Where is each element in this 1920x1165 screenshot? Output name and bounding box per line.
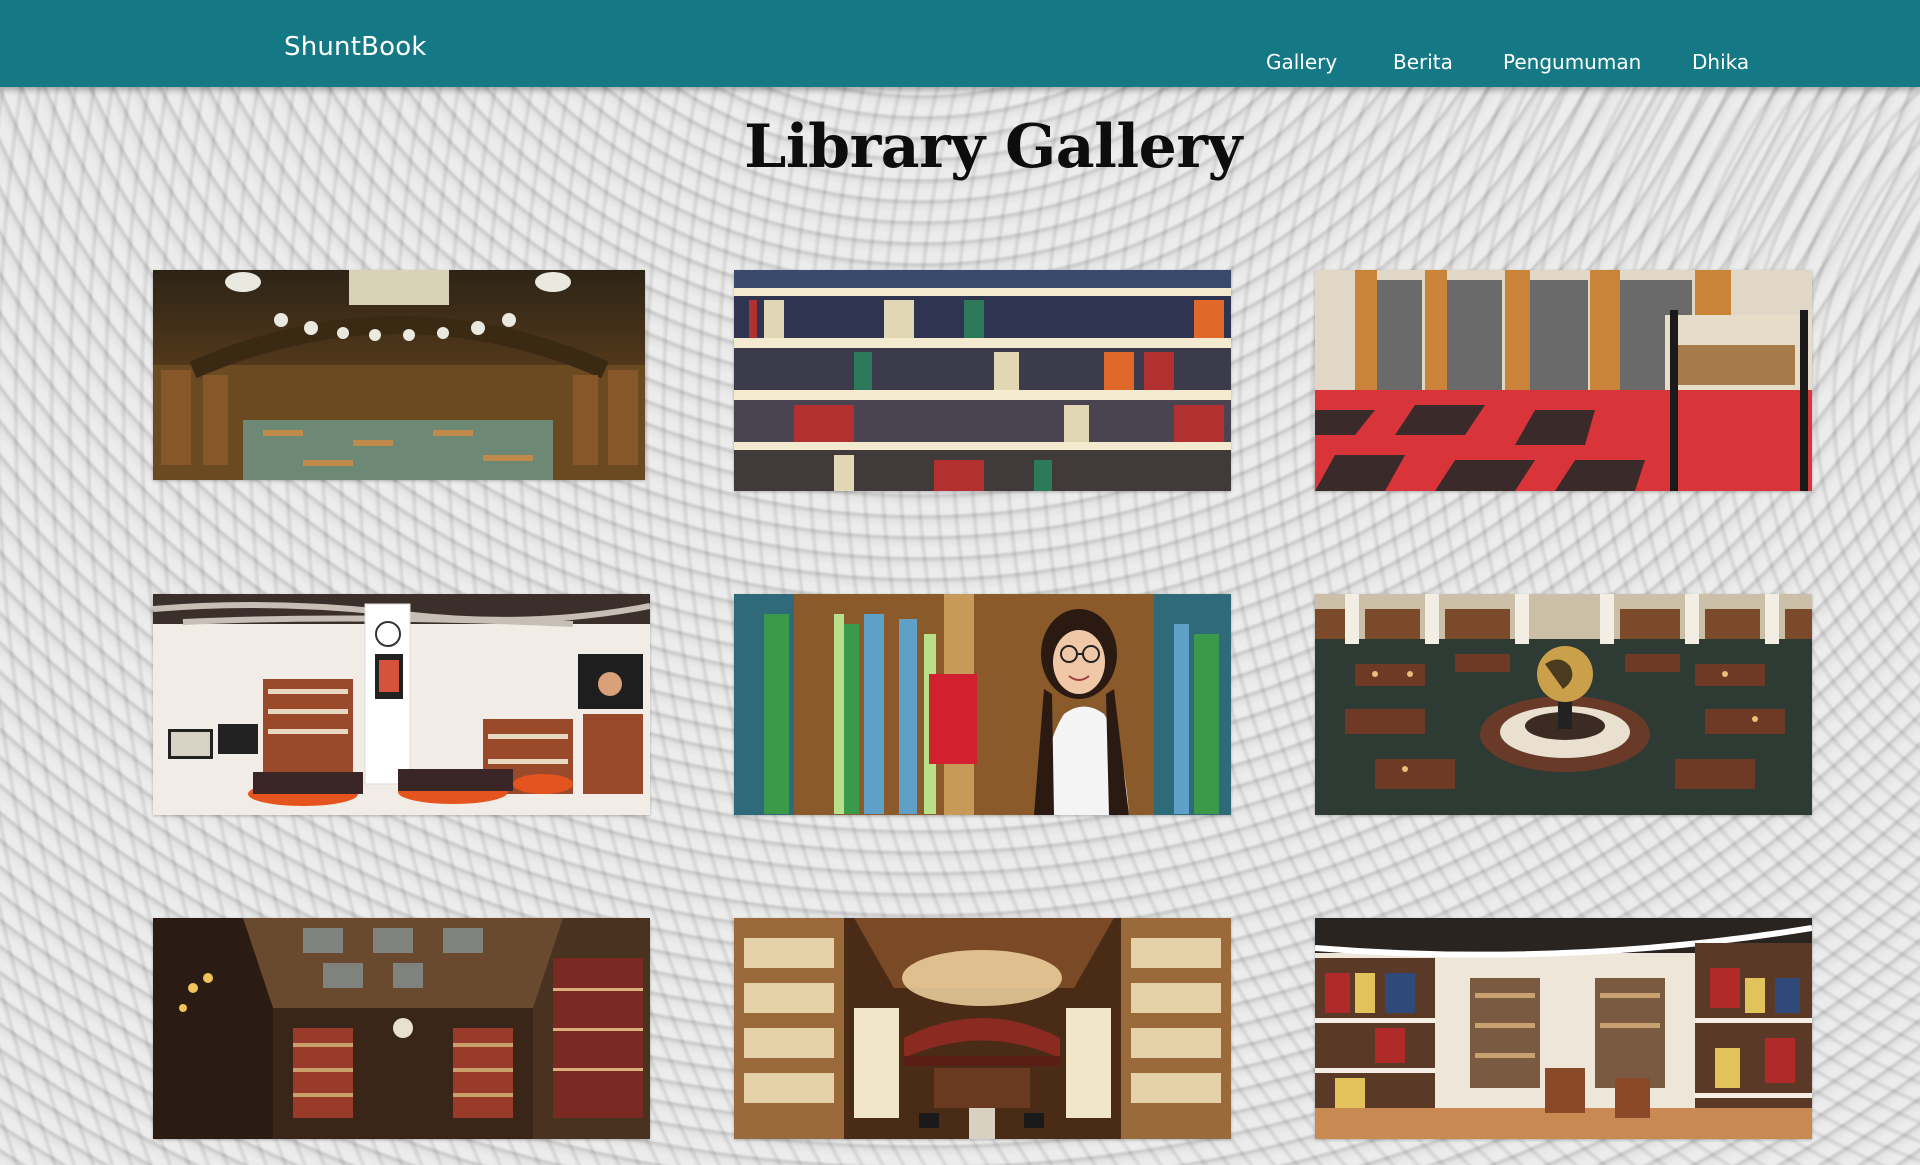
gallery-image-6[interactable] bbox=[1315, 594, 1812, 815]
ornate-bookstore-photo bbox=[734, 918, 1231, 1139]
gallery-image-2[interactable] bbox=[734, 270, 1231, 491]
red-checkered-floor-library-photo bbox=[1315, 270, 1812, 491]
nav-link-pengumuman[interactable]: Pengumuman bbox=[1503, 50, 1641, 74]
globe-reading-room-photo bbox=[1315, 594, 1812, 815]
classic-wood-library-photo bbox=[153, 918, 650, 1139]
reading-hall-photo bbox=[153, 270, 645, 480]
bookshelf-closeup-photo bbox=[734, 270, 1231, 491]
gallery-image-7[interactable] bbox=[153, 918, 650, 1139]
navbar: ShuntBook Gallery Berita Pengumuman Dhik… bbox=[0, 0, 1920, 87]
modern-lounge-library-photo bbox=[153, 594, 650, 815]
gallery-image-5[interactable] bbox=[734, 594, 1231, 815]
gallery-image-3[interactable] bbox=[1315, 270, 1812, 491]
gallery-image-1[interactable] bbox=[153, 270, 645, 480]
nav-link-berita[interactable]: Berita bbox=[1393, 50, 1453, 74]
nav-link-gallery[interactable]: Gallery bbox=[1266, 50, 1337, 74]
curved-shelves-library-photo bbox=[1315, 918, 1812, 1139]
student-with-red-book-photo bbox=[734, 594, 1231, 815]
gallery-image-4[interactable] bbox=[153, 594, 650, 815]
gallery-image-9[interactable] bbox=[1315, 918, 1812, 1139]
nav-link-dhika[interactable]: Dhika bbox=[1692, 50, 1749, 74]
page-title: Library Gallery bbox=[0, 112, 1920, 182]
gallery-image-8[interactable] bbox=[734, 918, 1231, 1139]
brand-logo-link[interactable]: ShuntBook bbox=[284, 32, 427, 62]
